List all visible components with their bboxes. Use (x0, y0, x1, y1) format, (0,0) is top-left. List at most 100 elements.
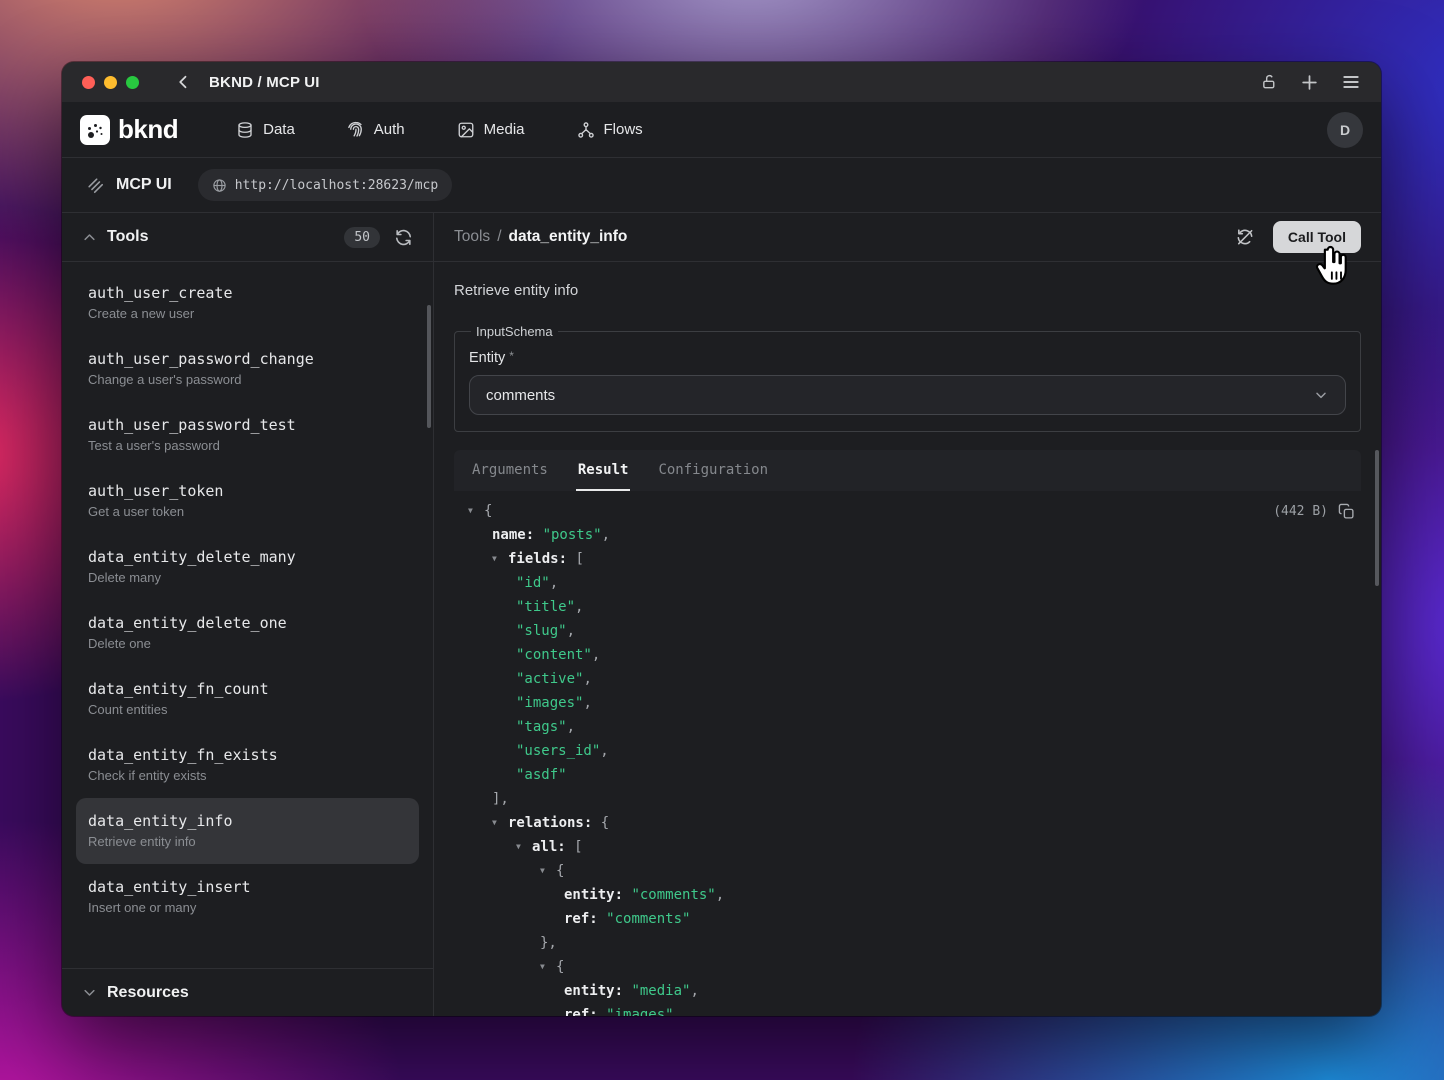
tool-description: Get a user token (88, 504, 407, 520)
app-window: BKND / MCP UI bknd Data (62, 62, 1381, 1016)
brand-wordmark: bknd (118, 114, 178, 145)
nav-item-label: Auth (374, 121, 405, 138)
mcp-title: MCP UI (116, 176, 172, 194)
json-result-viewer: ▼{name: "posts",▼fields: ["id","title","… (454, 499, 1361, 1016)
tool-list-item[interactable]: auth_user_password_test Test a user's pa… (62, 402, 433, 468)
tool-description: Count entities (88, 702, 407, 718)
refresh-tools-icon[interactable] (394, 228, 413, 247)
title-bar: BKND / MCP UI (62, 62, 1381, 102)
nav-item-data[interactable]: Data (236, 121, 295, 139)
tool-list-item[interactable]: auth_user_create Create a new user (62, 270, 433, 336)
required-asterisk: * (509, 349, 514, 363)
json-line: "users_id", (468, 739, 1361, 763)
tool-name: data_entity_fn_exists (88, 746, 407, 765)
close-window-button[interactable] (82, 76, 95, 89)
server-url-pill[interactable]: http://localhost:28623/mcp (198, 169, 453, 201)
json-line: }, (468, 931, 1361, 955)
json-meta: (442 B) (1273, 499, 1355, 523)
select-chevron-down-icon (1313, 387, 1329, 403)
mcp-header-row: MCP UI http://localhost:28623/mcp (62, 158, 1381, 213)
back-icon[interactable] (175, 73, 193, 91)
entity-field-label: Entity* (469, 349, 1346, 366)
breadcrumb-section[interactable]: Tools (454, 228, 490, 246)
entity-select-value: comments (486, 387, 555, 404)
nav-item-label: Flows (604, 121, 643, 138)
call-tool-button[interactable]: Call Tool (1273, 221, 1361, 253)
collapse-toggle-icon[interactable]: ▼ (492, 547, 508, 571)
database-icon (236, 121, 254, 139)
bknd-logo[interactable]: bknd (80, 114, 178, 145)
tool-name: data_entity_info (88, 812, 407, 831)
minimize-window-button[interactable] (104, 76, 117, 89)
input-schema-fieldset: InputSchema Entity* comments (454, 324, 1361, 432)
collapse-toggle-icon[interactable]: ▼ (468, 499, 484, 523)
json-line: ref: "images" (468, 1003, 1361, 1016)
globe-icon (212, 178, 227, 193)
tool-name: auth_user_password_change (88, 350, 407, 369)
json-line: "id", (468, 571, 1361, 595)
result-size-badge: (442 B) (1273, 504, 1328, 519)
tool-description: Delete many (88, 570, 407, 586)
tools-count-badge: 50 (344, 227, 380, 248)
json-line: "title", (468, 595, 1361, 619)
json-line: "slug", (468, 619, 1361, 643)
tool-name: auth_user_password_test (88, 416, 407, 435)
json-line: entity: "media", (468, 979, 1361, 1003)
tools-section-header[interactable]: Tools 50 (62, 213, 433, 262)
json-line: "images", (468, 691, 1361, 715)
json-line: "content", (468, 643, 1361, 667)
collapse-toggle-icon[interactable]: ▼ (540, 955, 556, 979)
json-line: ▼{ (468, 859, 1361, 883)
workflow-icon (577, 121, 595, 139)
tool-list-item[interactable]: data_entity_delete_one Delete one (62, 600, 433, 666)
tool-list-item[interactable]: data_entity_fn_count Count entities (62, 666, 433, 732)
nav-item-flows[interactable]: Flows (577, 121, 643, 139)
tool-description: Create a new user (88, 306, 407, 322)
tool-name: data_entity_fn_count (88, 680, 407, 699)
json-line: ▼{ (468, 499, 1361, 523)
auto-refresh-off-icon[interactable] (1235, 227, 1255, 247)
tab-result[interactable]: Result (576, 450, 631, 491)
resources-section-header[interactable]: Resources (62, 968, 433, 1016)
content-area: Tools 50 auth_user_create Create a new u… (62, 213, 1381, 1016)
chevron-up-icon[interactable] (82, 230, 97, 245)
copy-icon[interactable] (1338, 503, 1355, 520)
tool-list-item[interactable]: auth_user_token Get a user token (62, 468, 433, 534)
collapse-toggle-icon[interactable]: ▼ (516, 835, 532, 859)
tab-arguments[interactable]: Arguments (470, 450, 550, 491)
traffic-lights (82, 76, 139, 89)
json-line: entity: "comments", (468, 883, 1361, 907)
new-tab-icon[interactable] (1300, 73, 1319, 92)
lock-icon[interactable] (1261, 73, 1278, 91)
nav-item-auth[interactable]: Auth (347, 121, 405, 139)
tool-name: auth_user_token (88, 482, 407, 501)
image-icon (457, 121, 475, 139)
tool-list-item[interactable]: data_entity_delete_many Delete many (62, 534, 433, 600)
chevron-down-icon[interactable] (82, 985, 97, 1000)
mcp-icon (86, 176, 105, 195)
bknd-logo-icon (80, 115, 110, 145)
tool-list-item[interactable]: data_entity_insert Insert one or many (62, 864, 433, 930)
collapse-toggle-icon[interactable]: ▼ (492, 811, 508, 835)
json-line: "tags", (468, 715, 1361, 739)
tool-description: Test a user's password (88, 438, 407, 454)
collapse-toggle-icon[interactable]: ▼ (540, 859, 556, 883)
maximize-window-button[interactable] (126, 76, 139, 89)
result-scrollbar[interactable] (1375, 450, 1379, 586)
tool-list-item[interactable]: data_entity_info Retrieve entity info (76, 798, 419, 864)
menu-icon[interactable] (1341, 72, 1361, 92)
sidebar-scrollbar[interactable] (427, 305, 431, 428)
json-line: "asdf" (468, 763, 1361, 787)
entity-select[interactable]: comments (469, 375, 1346, 415)
tool-list-item[interactable]: auth_user_password_change Change a user'… (62, 336, 433, 402)
tab-configuration[interactable]: Configuration (656, 450, 770, 491)
tool-list-item[interactable]: data_entity_fn_exists Check if entity ex… (62, 732, 433, 798)
nav-item-media[interactable]: Media (457, 121, 525, 139)
resources-section-title: Resources (107, 984, 189, 1002)
tool-detail-header: Tools / data_entity_info Call Tool (434, 213, 1381, 262)
tool-description: Insert one or many (88, 900, 407, 916)
json-line: name: "posts", (468, 523, 1361, 547)
result-tabs: Arguments Result Configuration (454, 450, 1361, 491)
nav-items: Data Auth Media Flows (236, 121, 643, 139)
user-avatar[interactable]: D (1327, 112, 1363, 148)
